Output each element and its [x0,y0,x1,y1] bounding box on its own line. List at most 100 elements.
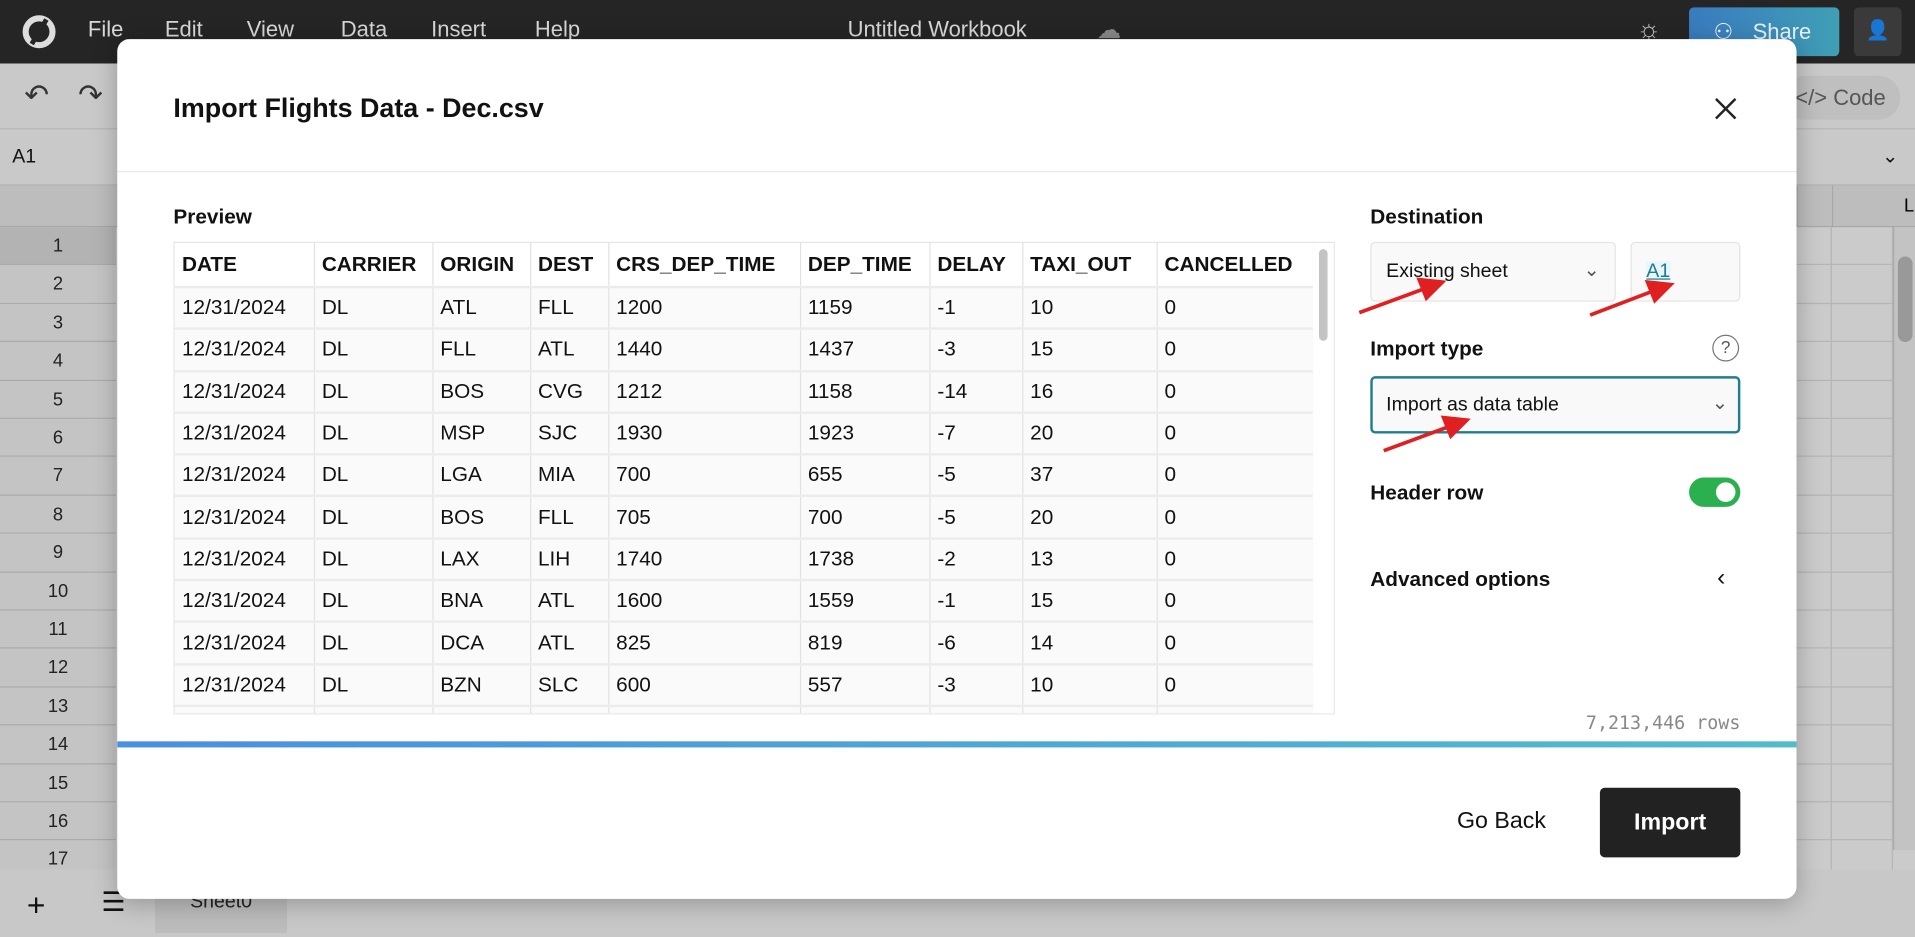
grid-cell[interactable] [1831,764,1894,803]
grid-cell[interactable] [1831,342,1894,381]
grid-cell[interactable] [1796,725,1832,765]
cell-reference[interactable]: A1 [12,147,36,169]
column-header: DATE [174,243,315,289]
grid-cell[interactable] [1831,303,1894,343]
table-cell: 12/31/2024 [174,454,315,498]
table-row: 12/31/2024 DL LGA MIA 700 655 -5 37 0 [174,454,1314,498]
table-cell: DL [313,580,433,624]
row-header[interactable]: 8 [0,495,117,534]
grid-cell[interactable] [1796,572,1832,611]
code-button[interactable]: </> Code [1783,75,1901,120]
scrollbar-thumb[interactable] [1319,249,1328,341]
table-cell: -14 [929,370,1023,414]
grid-cell[interactable] [1831,725,1894,765]
close-icon[interactable] [1715,98,1737,120]
table-cell [1022,705,1158,714]
column-header[interactable] [1796,185,1832,228]
grid-cell[interactable] [1796,227,1832,266]
table-cell: 14 [1022,622,1158,666]
table-row: 12/31/2024 DL DCA ATL 825 819 -6 14 0 [174,622,1314,666]
vertical-scrollbar[interactable] [1893,227,1915,851]
scrollbar-thumb[interactable] [1897,256,1913,342]
grid-cell[interactable] [1831,648,1894,688]
grid-cell[interactable] [1831,418,1894,458]
redo-icon[interactable]: ↷ [78,78,103,113]
grid-cell[interactable] [1796,764,1832,803]
grid-cell[interactable] [1796,533,1832,573]
table-cell: 1600 [608,580,801,624]
table-cell: ATL [432,287,531,331]
table-cell: 15 [1022,328,1158,373]
table-cell: DL [313,370,433,414]
grid-cell[interactable] [1831,380,1894,419]
grid-cell[interactable] [1831,495,1894,534]
table-cell: -3 [929,328,1023,373]
chevron-down-icon[interactable]: ⌄ [1882,144,1898,168]
row-header[interactable]: 12 [0,648,117,688]
table-cell: SJC [530,412,609,456]
header-row-toggle[interactable] [1689,477,1741,507]
table-cell: -2 [929,538,1023,582]
grid-cell[interactable] [1796,457,1832,496]
grid-cell[interactable] [1831,457,1894,496]
grid-cell[interactable] [1796,418,1832,458]
destination-cell-link[interactable]: A1 [1646,261,1671,283]
preview-scrollbar[interactable] [1312,243,1334,714]
table-cell: 825 [608,622,801,666]
row-header[interactable]: 14 [0,725,117,765]
row-header[interactable]: 1 [0,227,117,266]
table-row: 12/31/2024 DL MSP SJC 1930 1923 -7 20 0 [174,412,1314,456]
destination-select[interactable]: Existing sheet ⌄ [1370,241,1616,302]
table-cell: 1437 [799,328,931,373]
import-type-select[interactable]: Import as data table ⌄ [1370,376,1741,434]
grid-cell[interactable] [1831,227,1894,266]
go-back-button[interactable]: Go Back [1457,809,1546,836]
column-header-l[interactable]: L [1831,185,1915,228]
row-header[interactable]: 3 [0,303,117,343]
table-cell: DL [313,328,433,373]
row-header[interactable]: 11 [0,610,117,649]
row-header[interactable]: 9 [0,533,117,573]
destination-cell-input[interactable]: A1 [1630,241,1741,302]
grid-cell[interactable] [1831,802,1894,841]
add-sheet-icon[interactable]: + [27,887,46,925]
row-header[interactable]: 16 [0,802,117,841]
user-account-button[interactable]: 👤 [1853,7,1902,57]
table-cell: BOS [432,370,531,414]
grid-cell[interactable] [1796,648,1832,688]
grid-cell[interactable] [1796,802,1832,841]
grid-cell[interactable] [1796,495,1832,534]
grid-cell[interactable] [1796,303,1832,343]
row-header[interactable]: 5 [0,380,117,419]
table-cell: 0 [1156,538,1314,582]
grid-cell[interactable] [1831,533,1894,573]
grid-cell[interactable] [1796,687,1832,726]
undo-icon[interactable]: ↶ [24,78,49,113]
help-icon[interactable]: ? [1712,334,1740,362]
preview-table-container[interactable]: DATE CARRIER ORIGIN DEST CRS_DEP_TIME DEP_TIM… [173,241,1335,715]
menu-file[interactable]: File [88,17,123,43]
grid-cell[interactable] [1796,342,1832,381]
row-header[interactable]: 7 [0,457,117,496]
grid-cell[interactable] [1796,610,1832,649]
dialog-title: Import Flights Data - Dec.csv [173,92,544,124]
app-logo-icon[interactable] [22,15,56,49]
row-header[interactable]: 2 [0,265,117,304]
table-cell: 12/31/2024 [174,538,315,582]
grid-cell[interactable] [1831,610,1894,649]
column-header: TAXI_OUT [1022,243,1158,289]
chevron-left-icon[interactable]: ‹ [1717,564,1725,592]
grid-cell[interactable] [1831,265,1894,304]
row-header[interactable]: 6 [0,418,117,458]
grid-cell[interactable] [1796,380,1832,419]
advanced-options-label[interactable]: Advanced options [1370,568,1550,592]
import-button[interactable]: Import [1599,787,1741,858]
row-header[interactable]: 13 [0,687,117,726]
row-header[interactable]: 15 [0,764,117,803]
row-header[interactable]: 4 [0,342,117,381]
table-cell [1156,705,1314,714]
grid-cell[interactable] [1796,265,1832,304]
grid-cell[interactable] [1831,687,1894,726]
row-header[interactable]: 10 [0,572,117,611]
grid-cell[interactable] [1831,572,1894,611]
